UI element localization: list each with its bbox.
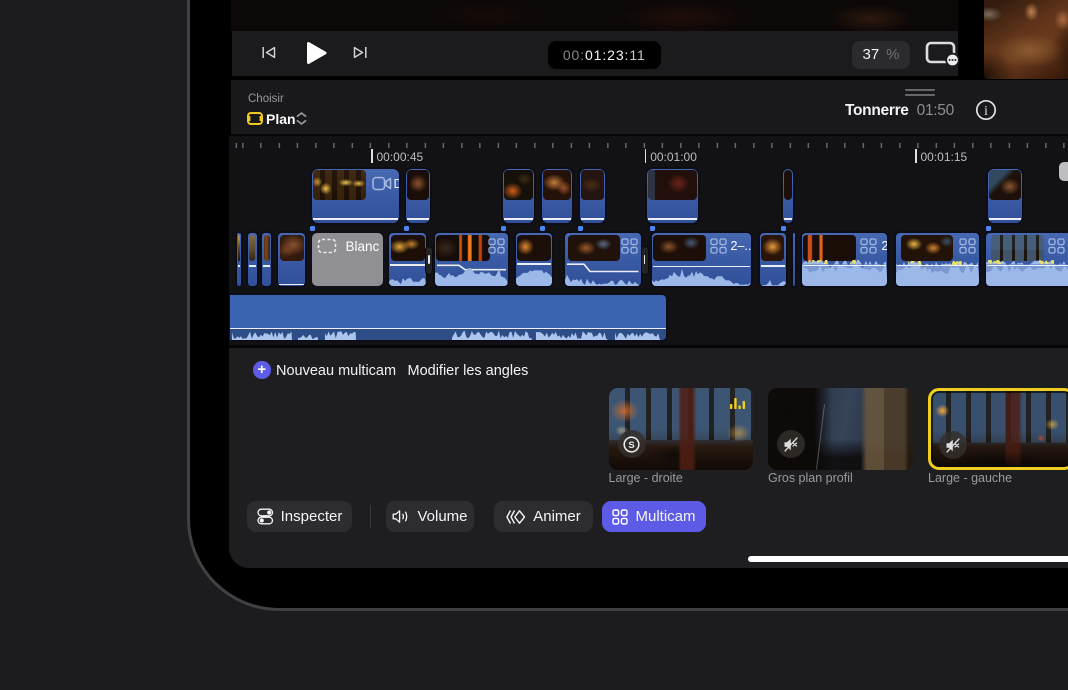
svg-text:i: i xyxy=(984,103,988,118)
svg-text:S: S xyxy=(628,440,634,451)
